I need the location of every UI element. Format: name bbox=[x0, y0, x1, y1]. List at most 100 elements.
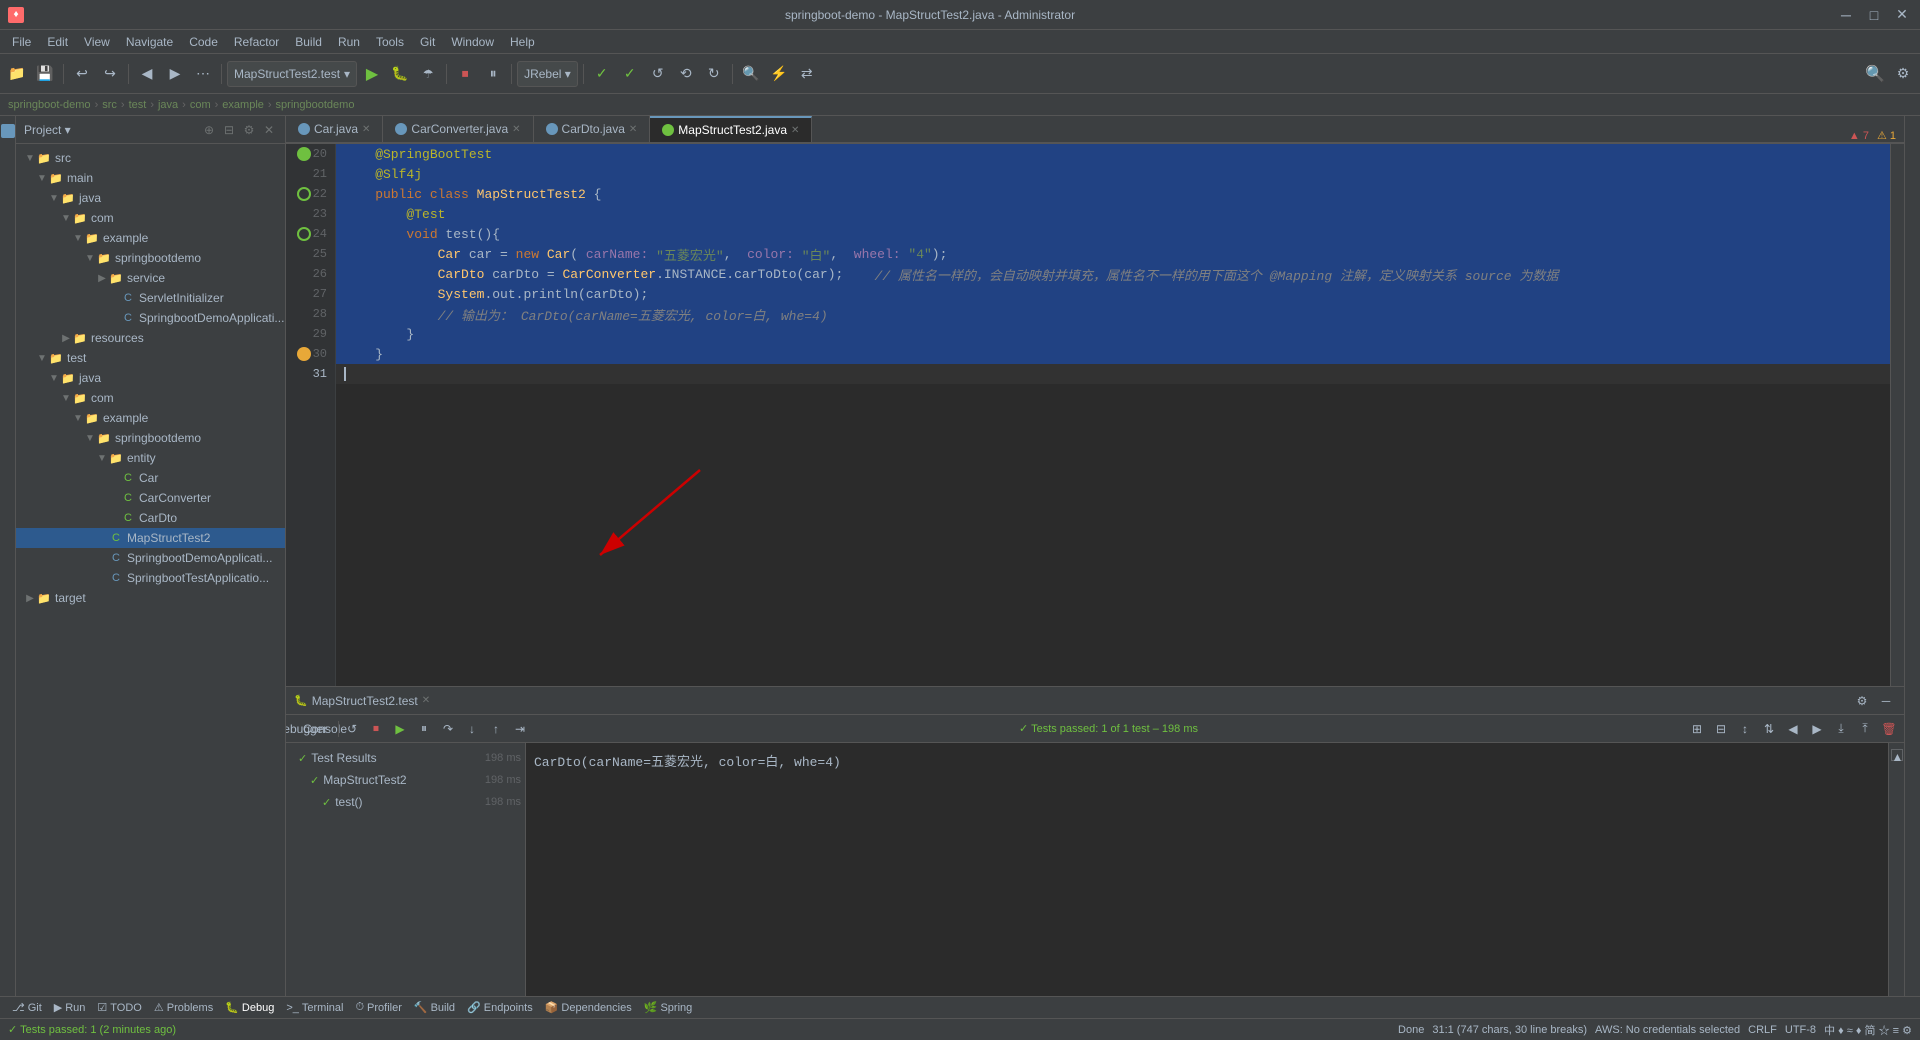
bc-src[interactable]: src bbox=[102, 99, 117, 111]
debug-resume-btn[interactable]: ▶ bbox=[389, 718, 411, 740]
debug-sort2-btn[interactable]: ⇅ bbox=[1758, 718, 1780, 740]
bc-com[interactable]: com bbox=[190, 99, 211, 111]
bt-debug[interactable]: 🐛 Debug bbox=[221, 997, 278, 1019]
project-collapse-btn[interactable]: ⊟ bbox=[221, 122, 237, 138]
tab-carconverter-java[interactable]: CarConverter.java ✕ bbox=[383, 116, 533, 142]
debug-stop-btn[interactable]: ⏹ bbox=[365, 718, 387, 740]
editor-scrollbar[interactable] bbox=[1890, 144, 1904, 686]
tree-item-servletinitializer[interactable]: ▶ C ServletInitializer bbox=[16, 288, 285, 308]
bt-todo[interactable]: ☑ TODO bbox=[93, 997, 145, 1019]
test-results-root[interactable]: ✓ Test Results 198 ms bbox=[286, 747, 525, 769]
debug-step-over-btn[interactable]: ↷ bbox=[437, 718, 459, 740]
toolbar-forward-btn[interactable]: ▶ bbox=[162, 61, 188, 87]
menu-navigate[interactable]: Navigate bbox=[118, 33, 181, 51]
tab-car-java[interactable]: Car.java ✕ bbox=[286, 116, 383, 142]
bottom-minimize-btn[interactable]: ─ bbox=[1876, 691, 1896, 711]
menu-git[interactable]: Git bbox=[412, 33, 443, 51]
tree-item-target[interactable]: ▶ 📁 target bbox=[16, 588, 285, 608]
debug-btn[interactable]: 🐛 bbox=[387, 61, 413, 87]
tree-item-test[interactable]: ▼ 📁 test bbox=[16, 348, 285, 368]
toolbar-settings-btn[interactable]: ⚙ bbox=[1890, 61, 1916, 87]
bc-project[interactable]: springboot-demo bbox=[8, 99, 91, 111]
tab-close-carconverter[interactable]: ✕ bbox=[512, 124, 520, 135]
tree-item-java2[interactable]: ▼ 📁 java bbox=[16, 368, 285, 388]
bt-profiler[interactable]: ⏱ Profiler bbox=[351, 997, 405, 1019]
menu-window[interactable]: Window bbox=[443, 33, 502, 51]
toolbar-pause-btn[interactable]: ⏸ bbox=[480, 61, 506, 87]
close-button[interactable]: ✕ bbox=[1892, 5, 1912, 25]
tree-item-springbootdemo2[interactable]: ▼ 📁 springbootdemo bbox=[16, 428, 285, 448]
debug-run-to-cursor-btn[interactable]: ⇥ bbox=[509, 718, 531, 740]
menu-tools[interactable]: Tools bbox=[368, 33, 412, 51]
tree-item-mapstructtest2[interactable]: ▶ C MapStructTest2 bbox=[16, 528, 285, 548]
debug-expand-btn[interactable]: ⊞ bbox=[1686, 718, 1708, 740]
project-settings-btn[interactable]: ⚙ bbox=[241, 122, 257, 138]
tree-item-resources[interactable]: ▶ 📁 resources bbox=[16, 328, 285, 348]
debug-import-btn[interactable]: ⤓ bbox=[1830, 718, 1852, 740]
toolbar-stop-btn[interactable]: ⏹ bbox=[452, 61, 478, 87]
menu-code[interactable]: Code bbox=[181, 33, 226, 51]
toolbar-power-btn[interactable]: ⚡ bbox=[766, 61, 792, 87]
debug-rerun-btn[interactable]: ↺ bbox=[341, 718, 363, 740]
debug-collapse-btn[interactable]: ⊟ bbox=[1710, 718, 1732, 740]
debug-step-out-btn[interactable]: ↑ bbox=[485, 718, 507, 740]
toolbar-search-everywhere-btn[interactable]: 🔍 bbox=[1862, 61, 1888, 87]
toolbar-back-btn[interactable]: ◀ bbox=[134, 61, 160, 87]
tree-item-com1[interactable]: ▼ 📁 com bbox=[16, 208, 285, 228]
project-scope-btn[interactable]: ⊕ bbox=[201, 122, 217, 138]
bt-terminal[interactable]: >_ Terminal bbox=[282, 997, 347, 1019]
git-check-btn[interactable]: ✓ bbox=[589, 61, 615, 87]
tab-close-mapstructtest2[interactable]: ✕ bbox=[791, 125, 799, 136]
console-tab[interactable]: Console bbox=[314, 718, 336, 740]
test-method-test[interactable]: ✓ test() 198 ms bbox=[286, 791, 525, 813]
minimize-button[interactable]: ─ bbox=[1836, 5, 1856, 25]
bt-build[interactable]: 🔨 Build bbox=[410, 997, 459, 1019]
tree-item-car[interactable]: ▶ C Car bbox=[16, 468, 285, 488]
debug-next-fail-btn[interactable]: ▶ bbox=[1806, 718, 1828, 740]
tree-item-carconverter[interactable]: ▶ C CarConverter bbox=[16, 488, 285, 508]
bc-springbootdemo[interactable]: springbootdemo bbox=[276, 99, 355, 111]
coverage-btn[interactable]: ☂ bbox=[415, 61, 441, 87]
menu-run[interactable]: Run bbox=[330, 33, 368, 51]
bc-example[interactable]: example bbox=[222, 99, 264, 111]
git-push-btn[interactable]: ✓ bbox=[617, 61, 643, 87]
debug-session-close[interactable]: ✕ bbox=[422, 695, 430, 706]
test-mapstructtest2[interactable]: ✓ MapStructTest2 198 ms bbox=[286, 769, 525, 791]
debug-step-into-btn[interactable]: ↓ bbox=[461, 718, 483, 740]
git-rollback-btn[interactable]: ↻ bbox=[701, 61, 727, 87]
tab-close-car[interactable]: ✕ bbox=[362, 124, 370, 135]
tree-item-com2[interactable]: ▼ 📁 com bbox=[16, 388, 285, 408]
toolbar-find-btn[interactable]: 🔍 bbox=[738, 61, 764, 87]
menu-view[interactable]: View bbox=[76, 33, 118, 51]
tree-item-service[interactable]: ▶ 📁 service bbox=[16, 268, 285, 288]
code-content[interactable]: @SpringBootTest @Slf4j public class MapS… bbox=[336, 144, 1890, 686]
toolbar-more-btn[interactable]: ⋯ bbox=[190, 61, 216, 87]
bt-endpoints[interactable]: 🔗 Endpoints bbox=[463, 997, 537, 1019]
tree-item-springboottest-app[interactable]: ▶ C SpringbootTestApplicatio... bbox=[16, 568, 285, 588]
menu-edit[interactable]: Edit bbox=[39, 33, 76, 51]
run-btn[interactable]: ▶ bbox=[359, 61, 385, 87]
toolbar-undo-btn[interactable]: ↩ bbox=[69, 61, 95, 87]
tree-item-main[interactable]: ▼ 📁 main bbox=[16, 168, 285, 188]
debug-sort-btn[interactable]: ↕ bbox=[1734, 718, 1756, 740]
tree-item-example1[interactable]: ▼ 📁 example bbox=[16, 228, 285, 248]
bt-spring[interactable]: 🌿 Spring bbox=[640, 997, 697, 1019]
menu-file[interactable]: File bbox=[4, 33, 39, 51]
toolbar-redo-btn[interactable]: ↪ bbox=[97, 61, 123, 87]
debug-trash-btn[interactable]: 🗑 bbox=[1878, 718, 1900, 740]
tab-close-cardto[interactable]: ✕ bbox=[629, 124, 637, 135]
tree-item-entity[interactable]: ▼ 📁 entity bbox=[16, 448, 285, 468]
toolbar-translate-btn[interactable]: ⇄ bbox=[794, 61, 820, 87]
toolbar-open-btn[interactable]: 📁 bbox=[4, 61, 30, 87]
bc-test[interactable]: test bbox=[129, 99, 147, 111]
sidebar-scroll-up[interactable]: ▲ bbox=[1891, 749, 1903, 761]
jrebel-dropdown[interactable]: JRebel ▾ bbox=[517, 61, 578, 87]
bt-problems[interactable]: ⚠ Problems bbox=[150, 997, 217, 1019]
menu-refactor[interactable]: Refactor bbox=[226, 33, 287, 51]
project-close-btn[interactable]: ✕ bbox=[261, 122, 277, 138]
menu-build[interactable]: Build bbox=[287, 33, 330, 51]
maximize-button[interactable]: □ bbox=[1864, 5, 1884, 25]
bc-java[interactable]: java bbox=[158, 99, 178, 111]
tree-item-springbootdemo-app[interactable]: ▶ C SpringbootDemoApplicati... bbox=[16, 308, 285, 328]
tree-item-springbootdemo-applicati[interactable]: ▶ C SpringbootDemoApplicati... bbox=[16, 548, 285, 568]
